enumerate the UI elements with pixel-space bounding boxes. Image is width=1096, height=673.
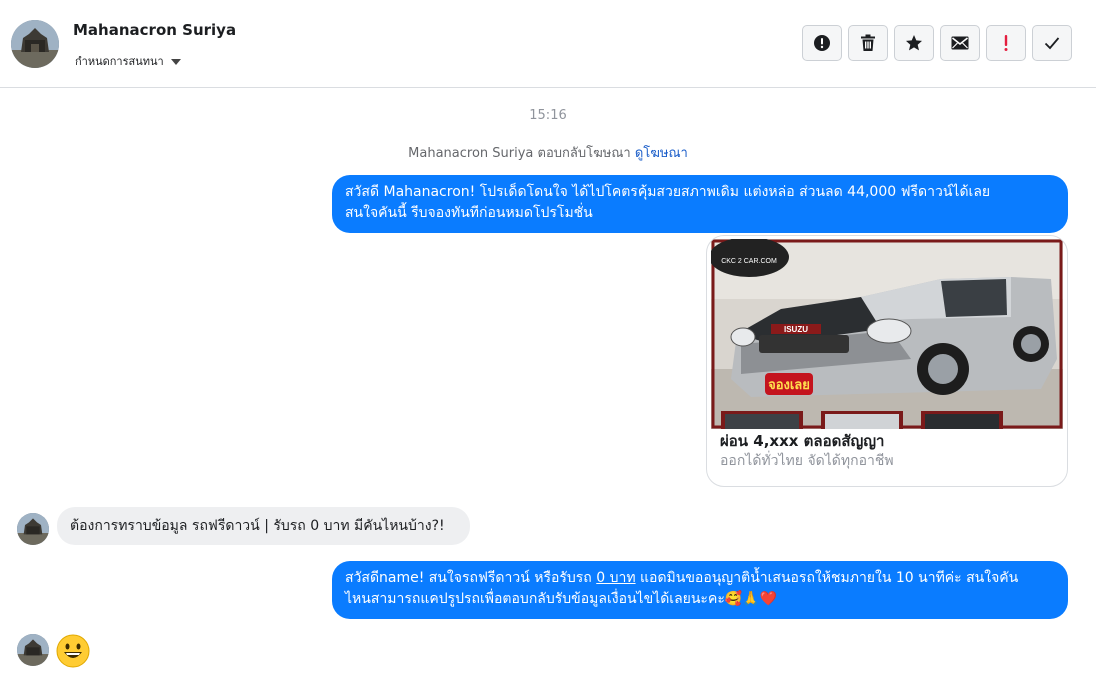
star-icon (906, 35, 922, 51)
ad-reply-text: Mahanacron Suriya ตอบกลับโฆษณา (408, 146, 631, 161)
message-timestamp: 15:16 (529, 108, 567, 123)
incoming-message: ต้องการทราบข้อมูล รถฟรีดาวน์ | รับรถ 0 บ… (57, 507, 470, 545)
mark-unread-button[interactable] (940, 25, 980, 61)
assign-conversation-dropdown[interactable]: กำหนดการสนทนา (75, 52, 181, 70)
book-now-label: จองเลย (768, 378, 810, 393)
envelope-icon (951, 36, 969, 50)
ad-reply-note: Mahanacron Suriya ตอบกลับโฆษณา ดูโฆษณา (0, 142, 1096, 163)
message-text-line: สวัสดี Mahanacron! โปรเด็ดโดนใจ ได้ไปโคต… (345, 184, 991, 200)
chevron-down-icon (170, 58, 181, 65)
grinning-face-icon (56, 634, 90, 668)
message-text: ต้องการทราบข้อมูล รถฟรีดาวน์ | รับรถ 0 บ… (70, 518, 445, 534)
contact-name[interactable]: Mahanacron Suriya (73, 21, 236, 39)
message-text-segment: แอดมินขออนุญาติน้ำเสนอรถให้ชมภายใน 10 นา… (635, 570, 1019, 586)
exclamation-icon (1004, 35, 1008, 51)
outgoing-message: สวัสดีname! สนใจรถฟรีดาวน์ หรือรับรถ 0 บ… (332, 561, 1068, 619)
sender-avatar (17, 634, 49, 666)
follow-up-button[interactable] (986, 25, 1026, 61)
ad-card-subtitle: ออกได้ทั่วไทย จัดได้ทุกอาชีพ (720, 453, 894, 469)
assign-label: กำหนดการสนทนา (75, 55, 164, 68)
delete-button[interactable] (848, 25, 888, 61)
dealer-logo-text: CKC 2 CAR.COM (721, 258, 777, 265)
contact-avatar[interactable] (11, 20, 59, 68)
sender-avatar (17, 513, 49, 545)
message-text-line: ไหนสามารถแคปรูปรถเพื่อตอบกลับรับข้อมูลเง… (345, 591, 778, 607)
checkmark-icon (1044, 37, 1060, 50)
grille-badge-text: ISUZU (784, 325, 808, 334)
alert-circle-icon (814, 35, 830, 51)
spam-button[interactable] (802, 25, 842, 61)
trash-icon (861, 34, 875, 51)
view-ad-link[interactable]: ดูโฆษณา (635, 146, 688, 161)
conversation-header: Mahanacron Suriya กำหนดการสนทนา (0, 0, 1096, 88)
star-button[interactable] (894, 25, 934, 61)
done-button[interactable] (1032, 25, 1072, 61)
outgoing-message: สวัสดี Mahanacron! โปรเด็ดโดนใจ ได้ไปโคต… (332, 175, 1068, 233)
message-text-line: สวัสดีname! สนใจรถฟรีดาวน์ หรือรับรถ 0 บ… (345, 568, 1055, 589)
price-link[interactable]: 0 บาท (596, 570, 635, 586)
conversation-toolbar (802, 25, 1072, 61)
ad-card[interactable]: CKC 2 CAR.COM ISUZU จองเลย ผ่อน 4,xxx ตล… (706, 235, 1068, 487)
message-text-segment: สวัสดีname! สนใจรถฟรีดาวน์ หรือรับรถ (345, 570, 597, 586)
message-text-line: สนใจคันนี้ รีบจองทันทีก่อนหมดโปรโมชั่น (345, 205, 593, 221)
car-image[interactable]: CKC 2 CAR.COM ISUZU จองเลย (711, 239, 1063, 429)
